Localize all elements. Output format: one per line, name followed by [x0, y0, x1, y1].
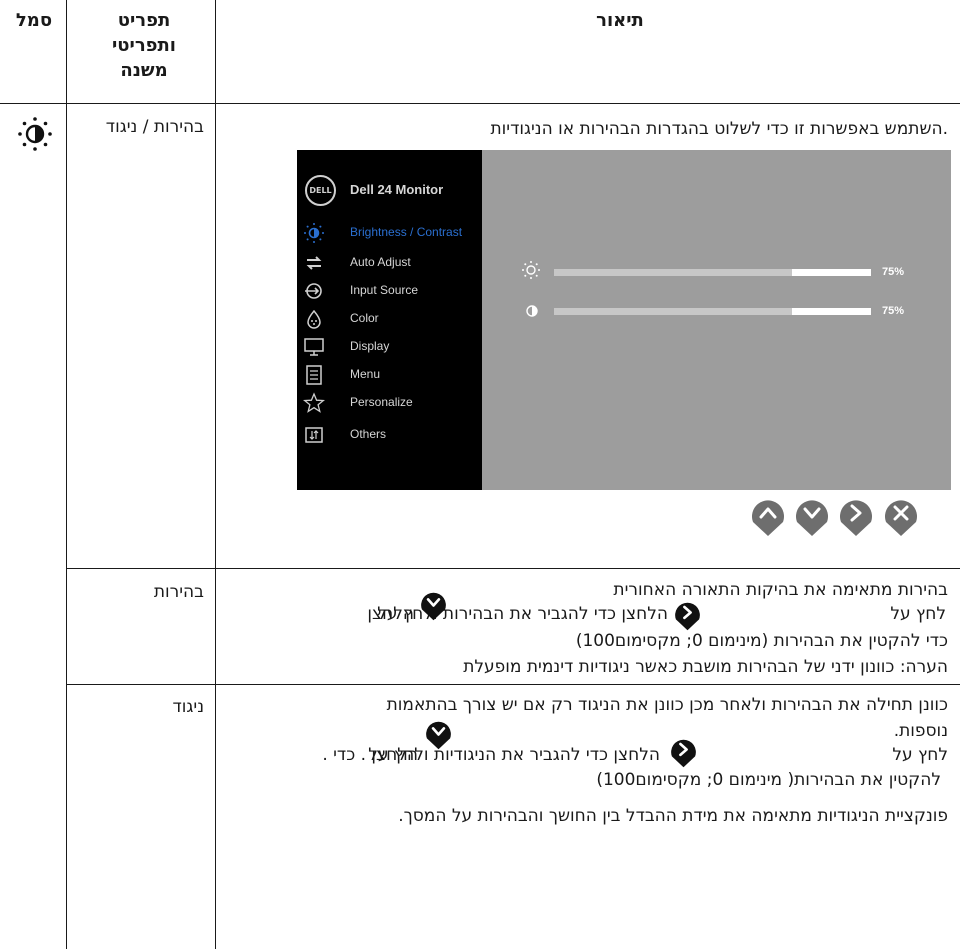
contrast-desc-line2: נוספות. [893, 721, 948, 741]
header-desc-col: תיאור [596, 10, 644, 31]
header-icon-col: סמל [15, 10, 53, 31]
osd-item-label: Display [350, 339, 390, 353]
osd-item-label: Auto Adjust [350, 255, 411, 269]
star-icon [303, 392, 325, 413]
sun-icon [522, 261, 540, 279]
brightness-contrast-icon [18, 117, 52, 151]
brightness-note: הערה: כוונון ידני של הבהירות מושבת כאשר … [463, 657, 948, 677]
auto-adjust-icon [306, 256, 322, 270]
osd-item-others[interactable]: Others [297, 422, 482, 448]
osd-item-label: Menu [350, 367, 381, 381]
osd-item-label: Color [350, 311, 379, 325]
table-divider [66, 568, 960, 569]
osd-item-label: Personalize [350, 395, 413, 409]
display-icon [304, 338, 324, 356]
osd-item-color[interactable]: Color [297, 306, 482, 332]
right-arrow-icon [675, 602, 700, 631]
contrast-desc-function: פונקציית הניגודיות מתאימה את מידת ההבדל … [398, 806, 948, 826]
brightness-slider[interactable] [554, 269, 871, 276]
osd-item-label: Brightness / Contrast [350, 225, 463, 239]
down-arrow-icon [421, 592, 446, 621]
osd-item-personalize[interactable]: Personalize [297, 390, 482, 416]
osd-item-menu[interactable]: Menu [297, 362, 482, 388]
dell-logo: DELL [305, 175, 336, 206]
table-divider [66, 684, 960, 685]
osd-item-brightness-contrast[interactable]: Brightness / Contrast [297, 220, 482, 246]
menu-item-brightness-contrast: בהירות / ניגוד [105, 117, 204, 137]
table-border [215, 0, 216, 949]
contrast-desc-range: להקטין את הבהירות( מינימום 0; מקסימום100… [596, 770, 941, 790]
menu-icon [306, 365, 322, 385]
contrast-desc-line1: כוונן תחילה את הבהירות ולאחר מכן כוונן א… [386, 695, 948, 715]
contrast-slider-fill [792, 308, 871, 315]
brightness-press-label: לחץ על [890, 604, 946, 624]
brightness-value: 75% [882, 266, 905, 278]
osd-item-label: Others [350, 427, 387, 441]
osd-item-label: Input Source [350, 283, 419, 297]
right-arrow-icon [671, 739, 696, 768]
color-icon [307, 309, 321, 329]
header-item-col: תפריט ותפריטי משנה [112, 10, 176, 81]
osd-item-input-source[interactable]: Input Source [297, 278, 482, 304]
brightness-slider-fill [792, 269, 871, 276]
brightness-desc-range: כדי להקטין את הבהירות (מינימום 0; מקסימו… [575, 631, 948, 651]
row1-description: .השתמש באפשרות זו כדי לשלוט בהגדרות הבהי… [490, 119, 948, 139]
contrast-value: 75% [882, 305, 905, 317]
contrast-icon [526, 305, 538, 317]
menu-item-contrast: ניגוד [172, 697, 204, 717]
down-arrow-icon [426, 721, 451, 750]
contrast-slider[interactable] [554, 308, 871, 315]
osd-title: Dell 24 Monitor [350, 182, 444, 197]
others-icon [305, 427, 323, 443]
contrast-press-label: לחץ על [892, 745, 948, 765]
osd-sidebar: DELL Dell 24 Monitor Brightness / Contra… [297, 150, 482, 490]
contrast-button-label: הלחצן . כדי . [322, 745, 418, 765]
right-button[interactable] [837, 493, 875, 537]
input-source-icon [305, 283, 322, 299]
close-button[interactable] [882, 493, 920, 537]
down-button[interactable] [793, 493, 831, 537]
brightness-contrast-icon [304, 223, 324, 243]
monitor-osd: DELL Dell 24 Monitor Brightness / Contra… [297, 150, 951, 490]
brightness-desc-line1: בהירות מתאימה את בהיקות התאורה האחורית [613, 580, 948, 600]
brightness-button-label: הלחצן [367, 604, 414, 624]
table-border [66, 0, 67, 949]
table-divider [0, 103, 960, 104]
osd-item-auto-adjust[interactable]: Auto Adjust [297, 250, 482, 276]
osd-item-display[interactable]: Display [297, 334, 482, 360]
up-button[interactable] [749, 493, 787, 537]
menu-item-brightness: בהירות [153, 582, 204, 602]
